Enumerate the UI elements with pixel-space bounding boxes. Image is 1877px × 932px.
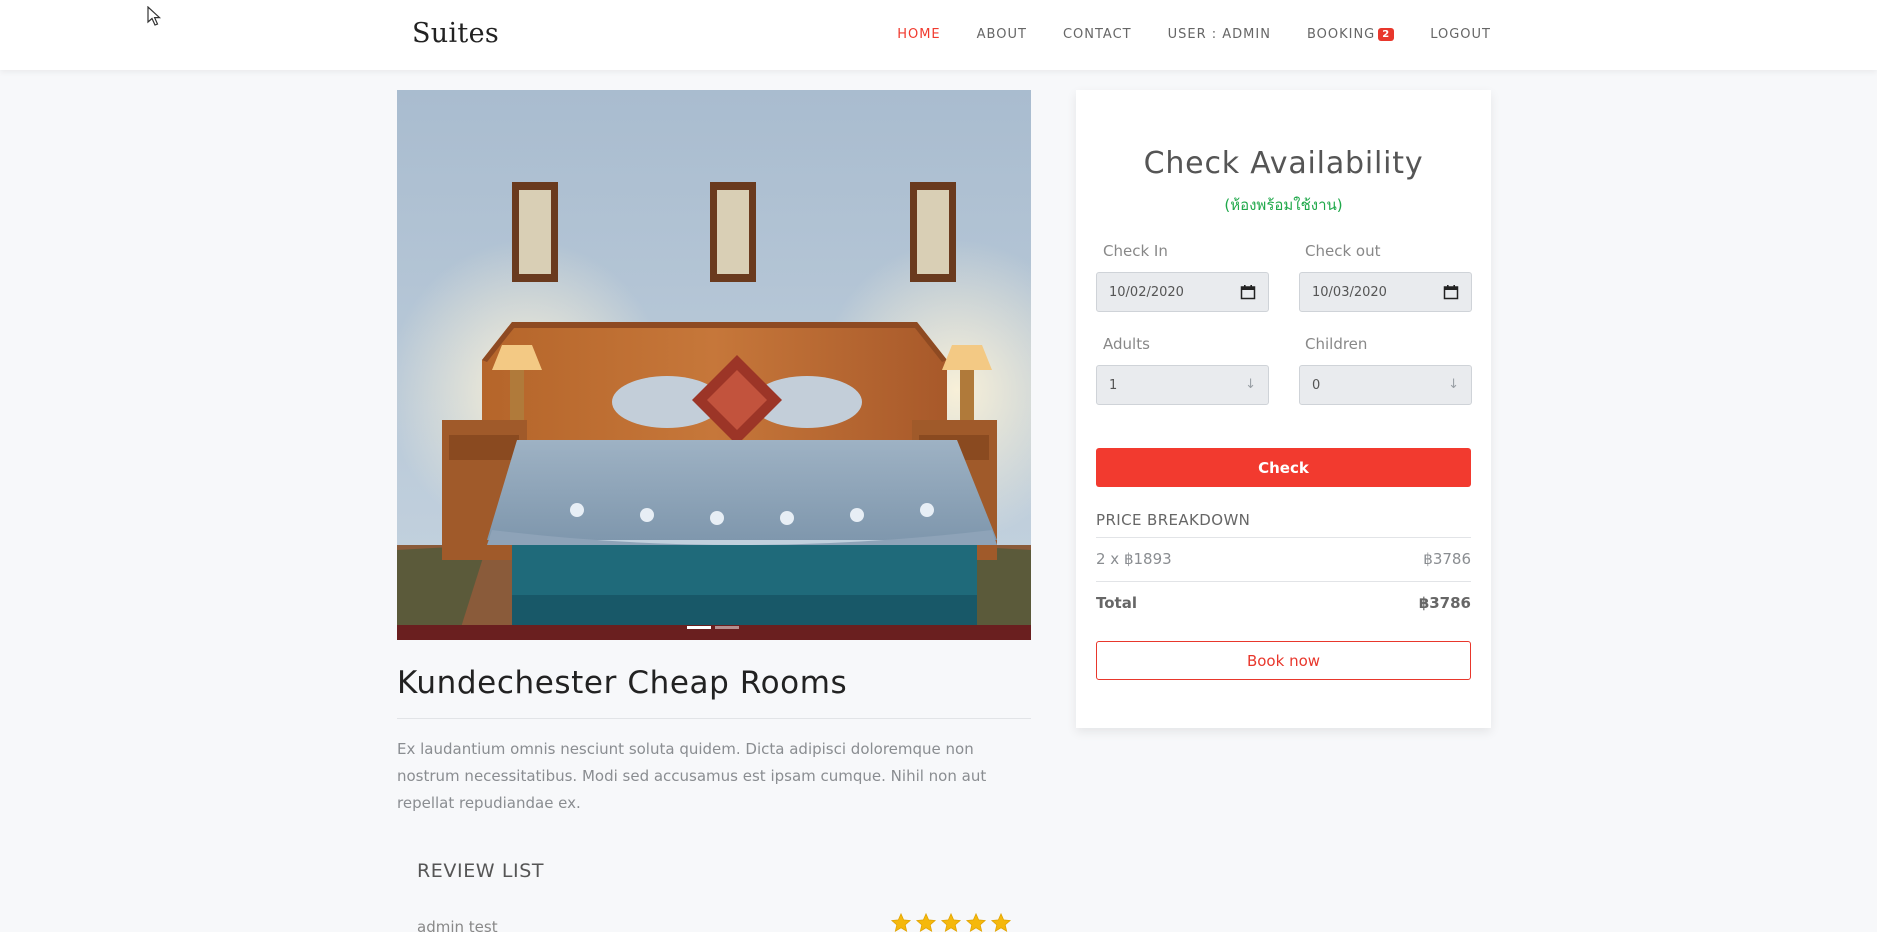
star-icon xyxy=(890,912,912,932)
children-label: Children xyxy=(1305,335,1368,353)
price-line-amount: ฿3786 xyxy=(1423,550,1471,568)
children-value: 0 xyxy=(1312,377,1321,393)
adults-label: Adults xyxy=(1103,335,1150,353)
room-title: Kundechester Cheap Rooms xyxy=(397,665,848,701)
star-icon xyxy=(915,912,937,932)
check-in-date-input[interactable]: 10/02/2020 xyxy=(1096,272,1269,312)
check-out-label: Check out xyxy=(1305,242,1381,260)
price-total: Total ฿3786 xyxy=(1096,594,1471,612)
calendar-icon[interactable] xyxy=(1443,284,1459,300)
review-list-heading: REVIEW LIST xyxy=(417,860,545,882)
mouse-cursor-icon xyxy=(147,6,162,26)
check-in-value: 10/02/2020 xyxy=(1109,284,1184,300)
top-navbar: Suites HOME ABOUT CONTACT USER : ADMIN B… xyxy=(0,0,1877,70)
availability-title: Check Availability xyxy=(1143,146,1424,181)
room-description: Ex laudantium omnis nesciunt soluta quid… xyxy=(397,740,987,812)
brand-logo[interactable]: Suites xyxy=(412,18,499,49)
arrow-down-icon: ↓ xyxy=(1245,377,1256,392)
star-icon xyxy=(940,912,962,932)
price-breakdown-heading: PRICE BREAKDOWN xyxy=(1096,511,1251,529)
nav-logout[interactable]: LOGOUT xyxy=(1430,27,1491,42)
check-button[interactable]: Check xyxy=(1096,448,1471,487)
room-photo-carousel[interactable] xyxy=(397,90,1031,640)
check-out-date-input[interactable]: 10/03/2020 xyxy=(1299,272,1472,312)
carousel-indicator-2[interactable] xyxy=(715,626,739,629)
children-select[interactable]: 0 ↓ xyxy=(1299,365,1472,405)
price-line-item: 2 x ฿1893 ฿3786 xyxy=(1096,550,1471,568)
main-nav: HOME ABOUT CONTACT USER : ADMIN BOOKING 2… xyxy=(897,27,1491,42)
book-now-button[interactable]: Book now xyxy=(1096,641,1471,680)
total-label: Total xyxy=(1096,594,1137,612)
review-author: admin test xyxy=(417,918,498,932)
divider xyxy=(1096,581,1471,582)
check-out-value: 10/03/2020 xyxy=(1312,284,1387,300)
carousel-indicator-1[interactable] xyxy=(687,626,711,629)
nav-contact[interactable]: CONTACT xyxy=(1063,27,1132,42)
booking-count-badge: 2 xyxy=(1378,28,1395,41)
divider xyxy=(397,718,1031,719)
availability-status: (ห้องพร้อมใช้งาน) xyxy=(1224,196,1343,214)
nav-about[interactable]: ABOUT xyxy=(977,27,1027,42)
nav-user[interactable]: USER : ADMIN xyxy=(1168,27,1271,42)
room-photo xyxy=(397,90,1031,640)
review-rating xyxy=(890,912,1012,932)
nav-home[interactable]: HOME xyxy=(897,27,940,42)
check-in-label: Check In xyxy=(1103,242,1168,260)
adults-select[interactable]: 1 ↓ xyxy=(1096,365,1269,405)
divider xyxy=(1096,537,1471,538)
total-amount: ฿3786 xyxy=(1418,594,1471,612)
calendar-icon[interactable] xyxy=(1240,284,1256,300)
availability-card: Check Availability (ห้องพร้อมใช้งาน) Che… xyxy=(1076,90,1491,728)
price-line-label: 2 x ฿1893 xyxy=(1096,550,1172,568)
nav-booking-label: BOOKING xyxy=(1306,27,1376,42)
arrow-down-icon: ↓ xyxy=(1448,377,1459,392)
star-icon xyxy=(990,912,1012,932)
adults-value: 1 xyxy=(1109,377,1118,393)
nav-booking[interactable]: BOOKING 2 xyxy=(1306,27,1395,42)
star-icon xyxy=(965,912,987,932)
